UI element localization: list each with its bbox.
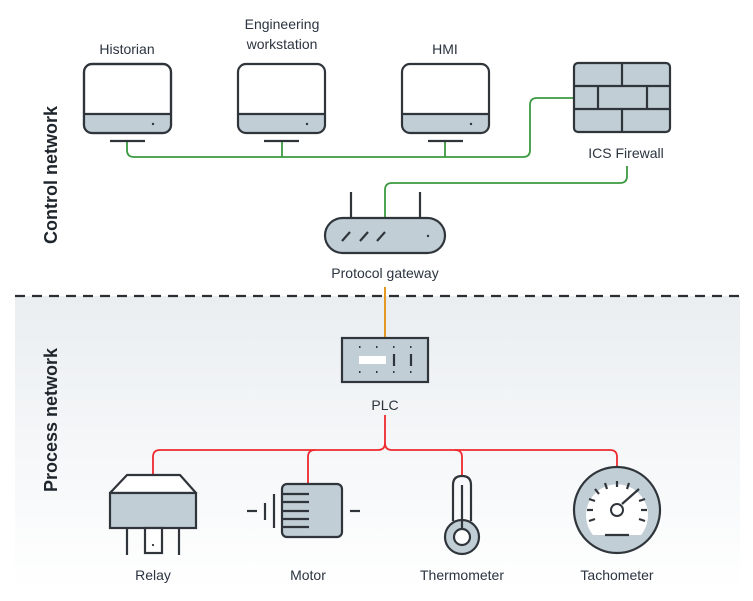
ics-firewall-device[interactable]: ICS Firewall bbox=[572, 61, 672, 161]
gateway-label: Protocol gateway bbox=[331, 265, 438, 281]
firewall-label: ICS Firewall bbox=[588, 145, 663, 161]
control-network-label: Control network bbox=[41, 105, 61, 244]
ics-network-diagram: Control network Process network Historia… bbox=[15, 16, 740, 592]
engineering-workstation-device[interactable]: Engineering workstation bbox=[236, 16, 327, 143]
control-links bbox=[126, 97, 628, 218]
process-network-label: Process network bbox=[41, 347, 61, 492]
hmi-label: HMI bbox=[432, 41, 458, 57]
motor-label: Motor bbox=[290, 567, 326, 583]
tachometer-label: Tachometer bbox=[580, 567, 653, 583]
hmi-device[interactable]: HMI bbox=[400, 41, 491, 143]
thermometer-label: Thermometer bbox=[420, 567, 504, 583]
engineering-label-line1: Engineering bbox=[245, 16, 320, 32]
relay-label: Relay bbox=[135, 567, 171, 583]
plc-label: PLC bbox=[371, 397, 398, 413]
engineering-label-line2: workstation bbox=[246, 36, 318, 52]
historian-label: Historian bbox=[99, 41, 154, 57]
historian-device[interactable]: Historian bbox=[82, 41, 173, 143]
relay-icon bbox=[108, 491, 198, 530]
